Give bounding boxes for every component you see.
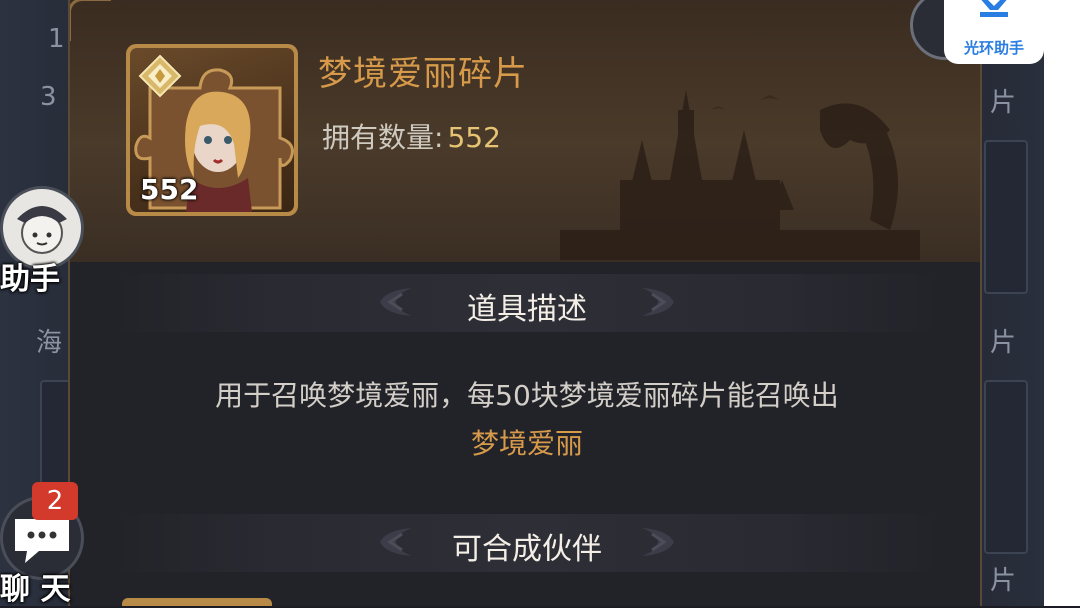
owned-quantity: 拥有数量: 552 bbox=[322, 116, 501, 156]
item-icon: 552 bbox=[130, 48, 294, 212]
screen-edge bbox=[1044, 0, 1080, 606]
chat-unread-badge: 2 bbox=[32, 482, 78, 520]
bg-card bbox=[984, 380, 1028, 554]
description-text: 用于召唤梦境爱丽，每50块梦境爱丽碎片能召唤出 bbox=[215, 379, 839, 412]
gold-diamond-icon bbox=[138, 54, 182, 98]
header-corner-decoration bbox=[70, 0, 111, 41]
castle-silhouette-icon bbox=[560, 90, 920, 260]
section-right-ornament-icon bbox=[642, 288, 674, 316]
item-description: 用于召唤梦境爱丽，每50块梦境爱丽碎片能召唤出 梦境爱丽 bbox=[110, 372, 944, 468]
description-highlight: 梦境爱丽 bbox=[470, 427, 583, 460]
section-right-ornament-icon bbox=[642, 528, 674, 556]
app-logo-text: 光环助手 bbox=[963, 39, 1024, 57]
chat-label: 聊 天 bbox=[0, 572, 71, 607]
bg-list-text: 片 bbox=[990, 566, 1017, 596]
bg-list-text: 海 bbox=[36, 328, 63, 358]
bg-list-text: 1 bbox=[48, 24, 65, 54]
item-title: 梦境爱丽碎片 bbox=[318, 54, 528, 94]
partner-card-partial[interactable] bbox=[122, 598, 272, 606]
item-detail-popup: 552 梦境爱丽碎片 拥有数量: 552 道具描述 用于召唤梦境爱丽，每50块梦境… bbox=[68, 0, 982, 606]
assistant-label: 助手 bbox=[0, 262, 60, 297]
bg-list-text: 片 bbox=[990, 88, 1017, 118]
bg-list-text: 3 bbox=[40, 82, 57, 112]
halo-logo-icon bbox=[980, 0, 1008, 17]
app-logo[interactable]: 光环助手 bbox=[944, 0, 1044, 64]
item-icon-frame: 552 bbox=[126, 44, 298, 216]
combinable-partner-section-header: 可合成伙伴 bbox=[110, 514, 944, 572]
bg-list-text: 片 bbox=[990, 328, 1017, 358]
bg-card bbox=[984, 140, 1028, 294]
item-count-badge: 552 bbox=[140, 173, 199, 206]
description-section-header: 道具描述 bbox=[110, 274, 944, 332]
owned-quantity-label: 拥有数量: bbox=[322, 121, 444, 154]
popup-header: 552 梦境爱丽碎片 拥有数量: 552 bbox=[70, 0, 980, 262]
owned-quantity-value: 552 bbox=[447, 121, 501, 154]
description-title: 道具描述 bbox=[467, 292, 587, 327]
combinable-partner-title: 可合成伙伴 bbox=[452, 532, 602, 567]
